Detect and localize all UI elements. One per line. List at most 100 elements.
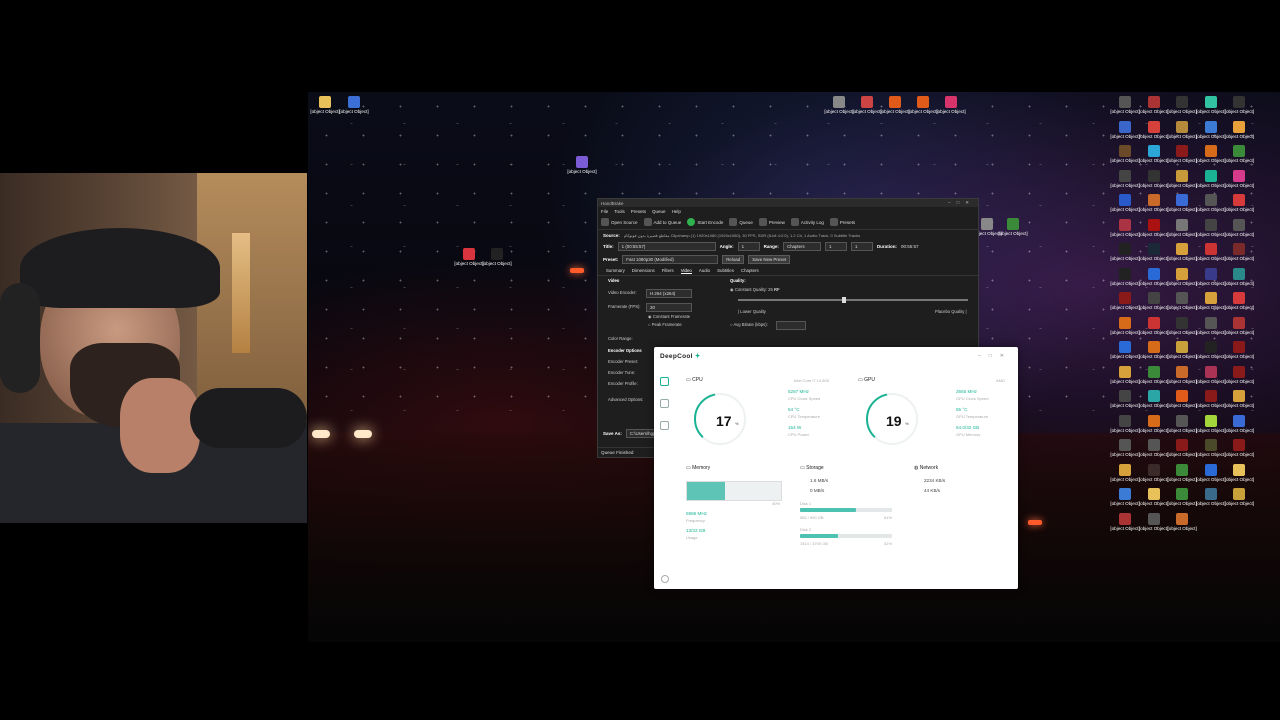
quality-slider[interactable] (738, 297, 968, 303)
range-to-select[interactable]: 1 (850, 242, 873, 251)
handbrake-titlebar[interactable]: HandBrake –□✕ (598, 199, 978, 207)
desktop-icon[interactable]: [object Object] (1222, 243, 1256, 261)
desktop-icon-label: [object Object] (339, 109, 369, 114)
app-icon (1233, 218, 1246, 231)
desktop-icon[interactable]: [object Object] (934, 96, 968, 114)
menu-help[interactable]: Help (672, 209, 681, 214)
desktop-icon-label: [object Object] (1224, 158, 1255, 163)
app-icon (1204, 145, 1217, 157)
framerate-select[interactable]: 30 (646, 303, 692, 312)
desktop-icon[interactable]: [object Object] (565, 156, 599, 174)
desktop-icon[interactable]: [object Object] (1222, 463, 1256, 482)
tab-dimensions[interactable]: Dimensions (632, 268, 655, 273)
avg-bitrate-radio[interactable]: ○ Avg Bitrate (kbps): (730, 322, 768, 327)
deepcool-window[interactable]: DeepCool ✦ –□✕ ▭ CPU Intel Core i7 14.80… (654, 347, 1018, 589)
tab-summary[interactable]: Summary (606, 268, 625, 273)
webcam-overlay (0, 173, 307, 523)
duration-label: Duration: (876, 244, 897, 249)
menu-tools[interactable]: Tools (614, 209, 625, 214)
gpu-temp: 55 °C (956, 407, 968, 412)
memory-bar (686, 481, 782, 501)
deepcool-titlebar[interactable]: DeepCool ✦ –□✕ (654, 347, 1018, 364)
queue-label: Queue (739, 219, 753, 225)
tab-subtitles[interactable]: Subtitles (717, 268, 734, 273)
memory-usage: 13/32 GB (686, 528, 706, 533)
desktop-icon[interactable]: [object Object] (480, 248, 514, 266)
preset-select[interactable]: Fast 1080p30 (Modified) (622, 255, 719, 264)
encoder-preset-label: Encoder Preset: (608, 359, 639, 364)
window-controls[interactable]: –□✕ (978, 353, 1012, 359)
desktop-icon[interactable]: [object Object] (1222, 414, 1256, 433)
desktop-icon[interactable]: [object Object] (1222, 316, 1256, 335)
avg-bitrate-input[interactable] (776, 321, 806, 330)
advanced-options-label: Advanced Options: (608, 397, 644, 402)
desktop-icon[interactable]: [object Object] (1222, 292, 1256, 310)
presets-button[interactable]: Presets (829, 218, 855, 226)
constant-quality-radio[interactable]: ◉ Constant Quality: 25 RF (730, 287, 780, 292)
window-controls[interactable]: –□✕ (948, 200, 975, 206)
microphone-icon (190, 388, 307, 448)
desktop-icon[interactable]: [object Object] (1222, 390, 1256, 408)
activity-log-label: Activity Log (800, 219, 824, 225)
disk2-detail: 1514 / 3700 GB (800, 541, 829, 546)
activity-log-button[interactable]: Activity Log (790, 218, 824, 226)
desktop-icon[interactable]: [object Object] (1222, 194, 1256, 212)
app-icon (833, 96, 845, 108)
tab-chapters[interactable]: Chapters (741, 268, 759, 273)
tab-audio[interactable]: Audio (699, 268, 710, 273)
app-icon (1147, 218, 1160, 231)
device-icon[interactable] (659, 421, 669, 430)
tab-video[interactable]: Video (680, 268, 692, 274)
fan-icon[interactable] (659, 399, 669, 408)
app-icon (1119, 365, 1131, 378)
tab-filters[interactable]: Filters (662, 268, 674, 273)
open-source-button[interactable]: Open Source (601, 218, 638, 226)
storage-read: 1.6 MB/s (810, 478, 829, 483)
settings-icon[interactable] (661, 575, 669, 583)
dashboard-icon[interactable] (659, 377, 669, 386)
constant-quality-label: Constant Quality: (734, 287, 767, 292)
angle-select[interactable]: 1 (737, 242, 760, 251)
desktop-icon[interactable]: [object Object] (996, 218, 1030, 236)
desktop-icon[interactable]: [object Object] (1222, 169, 1256, 188)
constant-framerate-radio[interactable]: ◉ Constant Framerate (648, 314, 690, 319)
menu-presets[interactable]: Presets (631, 209, 646, 214)
desktop-icon[interactable]: [object Object] (1222, 96, 1256, 114)
title-select[interactable]: 1 (00:55:57) (617, 242, 716, 251)
desktop-icon[interactable]: [object Object] (337, 96, 371, 114)
quality-slider-thumb[interactable] (841, 297, 846, 303)
range-type-select[interactable]: Chapters (782, 242, 821, 251)
queue-button[interactable]: Queue (729, 218, 753, 226)
desktop-icon[interactable]: [object Object] (1222, 145, 1256, 163)
gpu-vram-label: GPU Memory (956, 432, 981, 437)
app-icon (1233, 243, 1246, 255)
save-new-preset-button[interactable]: Save New Preset (748, 255, 791, 264)
peak-framerate-radio[interactable]: ○ Peak Framerate (648, 322, 682, 327)
video-heading: Video (608, 278, 620, 283)
desktop-icon[interactable]: [object Object] (1222, 120, 1256, 139)
menu-file[interactable]: File (601, 209, 608, 214)
encoder-select[interactable]: H.264 (x264) (646, 289, 692, 298)
preview-button[interactable]: Preview (758, 218, 785, 226)
preset-label: Preset: (603, 257, 619, 262)
reload-button[interactable]: Reload (722, 255, 745, 264)
desktop-icon[interactable]: [object Object] (1222, 439, 1256, 457)
gpu-heading-text: GPU (864, 377, 875, 383)
desktop-icon[interactable]: [object Object] (1222, 267, 1256, 286)
deepcool-sidebar (658, 377, 670, 443)
app-icon (1119, 120, 1131, 133)
desktop-icon[interactable]: [object Object] (1222, 341, 1256, 359)
menu-queue[interactable]: Queue (652, 209, 666, 214)
app-icon (1119, 145, 1131, 157)
desktop-icon[interactable]: [object Object] (1165, 512, 1199, 531)
avg-bitrate-label: Avg Bitrate (kbps): (733, 322, 768, 327)
app-icon (1119, 292, 1131, 304)
desktop-icon[interactable]: [object Object] (1222, 218, 1256, 237)
add-to-queue-button[interactable]: Add to Queue (643, 218, 681, 226)
range-from-select[interactable]: 1 (824, 242, 847, 251)
desktop-icon[interactable]: [object Object] (1222, 488, 1256, 506)
app-icon (1176, 341, 1189, 353)
disk1-bar-fill (800, 508, 857, 512)
desktop-icon[interactable]: [object Object] (1222, 365, 1256, 384)
start-encode-button[interactable]: Start Encode (687, 218, 723, 226)
